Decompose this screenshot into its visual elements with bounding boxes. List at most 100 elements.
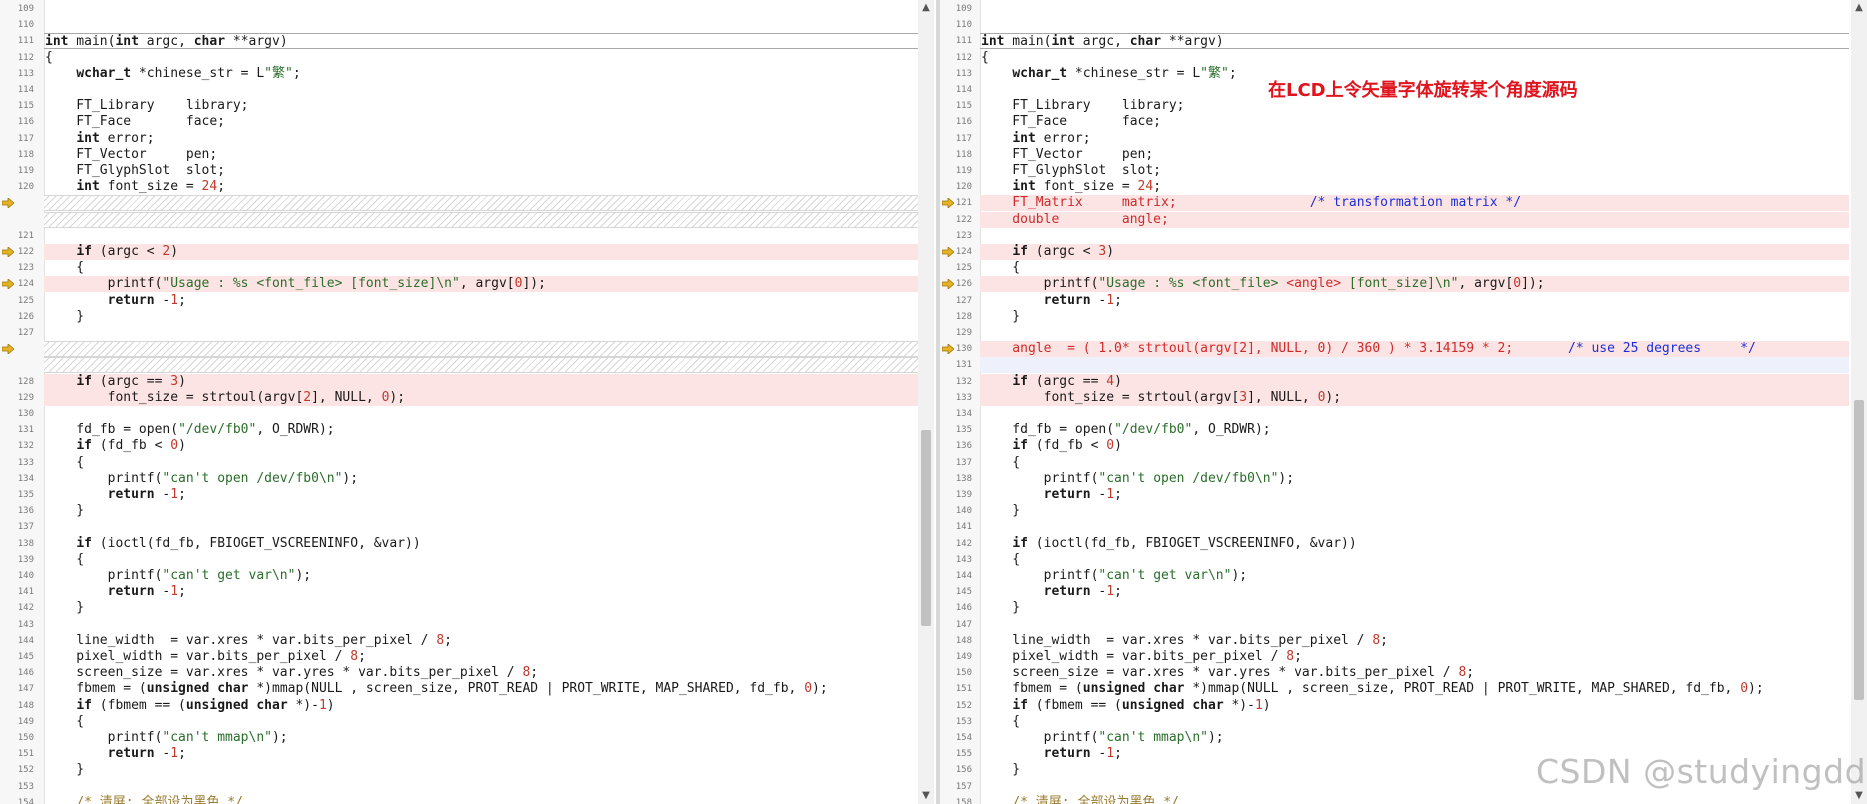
- code-line[interactable]: printf("can't open /dev/fb0\n");: [980, 471, 1849, 487]
- code-line[interactable]: if (fbmem == (unsigned char *)-1): [44, 698, 918, 714]
- code-line[interactable]: [980, 406, 1849, 422]
- code-line[interactable]: int error;: [44, 131, 918, 147]
- right-vertical-scrollbar[interactable]: ▲ ▼: [1851, 0, 1867, 804]
- code-line[interactable]: int error;: [980, 131, 1849, 147]
- code-line[interactable]: FT_GlyphSlot slot;: [980, 163, 1849, 179]
- diff-arrow-icon[interactable]: [2, 198, 14, 209]
- diff-placeholder-line[interactable]: [44, 195, 918, 212]
- code-line[interactable]: [44, 779, 918, 795]
- code-line[interactable]: {: [980, 50, 1849, 66]
- code-line[interactable]: return -1;: [980, 584, 1849, 600]
- diff-arrow-icon[interactable]: [2, 279, 14, 290]
- scroll-up-arrow-icon[interactable]: ▲: [918, 0, 934, 16]
- code-line[interactable]: if (fbmem == (unsigned char *)-1): [980, 698, 1849, 714]
- code-line[interactable]: [44, 228, 918, 244]
- code-line[interactable]: return -1;: [44, 487, 918, 503]
- code-line[interactable]: FT_Face face;: [44, 114, 918, 130]
- left-scroll-thumb[interactable]: [921, 430, 931, 626]
- code-line[interactable]: [44, 1, 918, 17]
- code-line[interactable]: [44, 82, 918, 98]
- code-line[interactable]: printf("can't mmap\n");: [44, 730, 918, 746]
- code-line[interactable]: [980, 325, 1849, 341]
- code-line[interactable]: }: [44, 600, 918, 616]
- code-line[interactable]: {: [980, 260, 1849, 276]
- code-line[interactable]: [980, 357, 1849, 374]
- code-line[interactable]: printf("can't mmap\n");: [980, 730, 1849, 746]
- code-line[interactable]: fd_fb = open("/dev/fb0", O_RDWR);: [980, 422, 1849, 438]
- code-line[interactable]: FT_GlyphSlot slot;: [44, 163, 918, 179]
- code-line[interactable]: return -1;: [980, 487, 1849, 503]
- code-line[interactable]: angle = ( 1.0* strtoul(argv[2], NULL, 0)…: [980, 341, 1849, 358]
- code-line[interactable]: wchar_t *chinese_str = L"繁";: [44, 66, 918, 82]
- code-line[interactable]: if (fd_fb < 0): [980, 438, 1849, 454]
- code-line[interactable]: if (argc < 2): [44, 244, 918, 260]
- code-line[interactable]: [980, 519, 1849, 535]
- code-line[interactable]: [44, 406, 918, 422]
- code-line[interactable]: }: [44, 503, 918, 519]
- code-line[interactable]: FT_Vector pen;: [980, 147, 1849, 163]
- code-line[interactable]: int main(int argc, char **argv): [980, 33, 1849, 50]
- code-line[interactable]: printf("Usage : %s <font_file> <angle> […: [980, 276, 1849, 293]
- code-line[interactable]: [980, 1, 1849, 17]
- diff-arrow-icon[interactable]: [942, 198, 954, 209]
- diff-arrow-icon[interactable]: [942, 279, 954, 290]
- code-line[interactable]: line_width = var.xres * var.bits_per_pix…: [44, 633, 918, 649]
- code-line[interactable]: if (argc < 3): [980, 244, 1849, 260]
- scroll-up-arrow-icon[interactable]: ▲: [1851, 0, 1867, 16]
- code-line[interactable]: double angle;: [980, 211, 1849, 228]
- code-line[interactable]: return -1;: [980, 293, 1849, 309]
- code-line[interactable]: }: [980, 309, 1849, 325]
- diff-arrow-icon[interactable]: [2, 344, 14, 355]
- code-line[interactable]: printf("can't get var\n");: [44, 568, 918, 584]
- left-vertical-scrollbar[interactable]: ▲ ▼: [918, 0, 934, 804]
- code-line[interactable]: {: [980, 455, 1849, 471]
- code-line[interactable]: if (fd_fb < 0): [44, 438, 918, 454]
- code-line[interactable]: }: [44, 309, 918, 325]
- code-line[interactable]: {: [980, 714, 1849, 730]
- right-scroll-thumb[interactable]: [1854, 400, 1864, 700]
- code-line[interactable]: {: [44, 50, 918, 66]
- code-line[interactable]: pixel_width = var.bits_per_pixel / 8;: [980, 649, 1849, 665]
- code-line[interactable]: [980, 17, 1849, 33]
- code-line[interactable]: int font_size = 24;: [980, 179, 1849, 195]
- code-line[interactable]: [44, 519, 918, 535]
- code-line[interactable]: if (ioctl(fd_fb, FBIOGET_VSCREENINFO, &v…: [44, 536, 918, 552]
- code-line[interactable]: [44, 17, 918, 33]
- code-line[interactable]: screen_size = var.xres * var.yres * var.…: [44, 665, 918, 681]
- code-line[interactable]: if (ioctl(fd_fb, FBIOGET_VSCREENINFO, &v…: [980, 536, 1849, 552]
- code-line[interactable]: {: [44, 455, 918, 471]
- code-line[interactable]: fbmem = (unsigned char *)mmap(NULL , scr…: [980, 681, 1849, 697]
- left-diff-pane[interactable]: 109 110 111 112 113 114 115 116 117 118 119 120 121 1…: [0, 0, 936, 804]
- code-line[interactable]: fd_fb = open("/dev/fb0", O_RDWR);: [44, 422, 918, 438]
- code-line[interactable]: [980, 228, 1849, 244]
- code-line[interactable]: font_size = strtoul(argv[2], NULL, 0);: [44, 389, 918, 406]
- left-code-area[interactable]: int main(int argc, char **argv){ wchar_t…: [44, 0, 918, 804]
- diff-arrow-icon[interactable]: [2, 247, 14, 257]
- code-line[interactable]: {: [980, 552, 1849, 568]
- code-line[interactable]: printf("can't get var\n");: [980, 568, 1849, 584]
- code-line[interactable]: /* 清屏: 全部设为黑色 */: [44, 795, 918, 804]
- code-line[interactable]: if (argc == 4): [980, 373, 1849, 390]
- code-line[interactable]: }: [980, 503, 1849, 519]
- code-line[interactable]: int font_size = 24;: [44, 179, 918, 195]
- code-line[interactable]: [980, 617, 1849, 633]
- code-line[interactable]: printf("Usage : %s <font_file> [font_siz…: [44, 276, 918, 293]
- code-line[interactable]: FT_Matrix matrix; /* transformation matr…: [980, 195, 1849, 212]
- code-line[interactable]: pixel_width = var.bits_per_pixel / 8;: [44, 649, 918, 665]
- code-line[interactable]: [44, 617, 918, 633]
- code-line[interactable]: return -1;: [44, 293, 918, 309]
- code-line[interactable]: line_width = var.xres * var.bits_per_pix…: [980, 633, 1849, 649]
- code-line[interactable]: fbmem = (unsigned char *)mmap(NULL , scr…: [44, 681, 918, 697]
- diff-placeholder-line[interactable]: [44, 357, 918, 374]
- code-line[interactable]: }: [44, 762, 918, 778]
- code-line[interactable]: FT_Face face;: [980, 114, 1849, 130]
- diff-arrow-icon[interactable]: [942, 247, 954, 257]
- diff-arrow-icon[interactable]: [942, 344, 954, 355]
- code-line[interactable]: [44, 325, 918, 341]
- code-line[interactable]: return -1;: [44, 584, 918, 600]
- right-code-area[interactable]: int main(int argc, char **argv){ wchar_t…: [980, 0, 1849, 804]
- code-line[interactable]: if (argc == 3): [44, 373, 918, 390]
- code-line[interactable]: screen_size = var.xres * var.yres * var.…: [980, 665, 1849, 681]
- diff-placeholder-line[interactable]: [44, 211, 918, 228]
- right-diff-pane[interactable]: 109 110 111 112 113 114 115 116 117 118 119 120 121 1…: [940, 0, 1867, 804]
